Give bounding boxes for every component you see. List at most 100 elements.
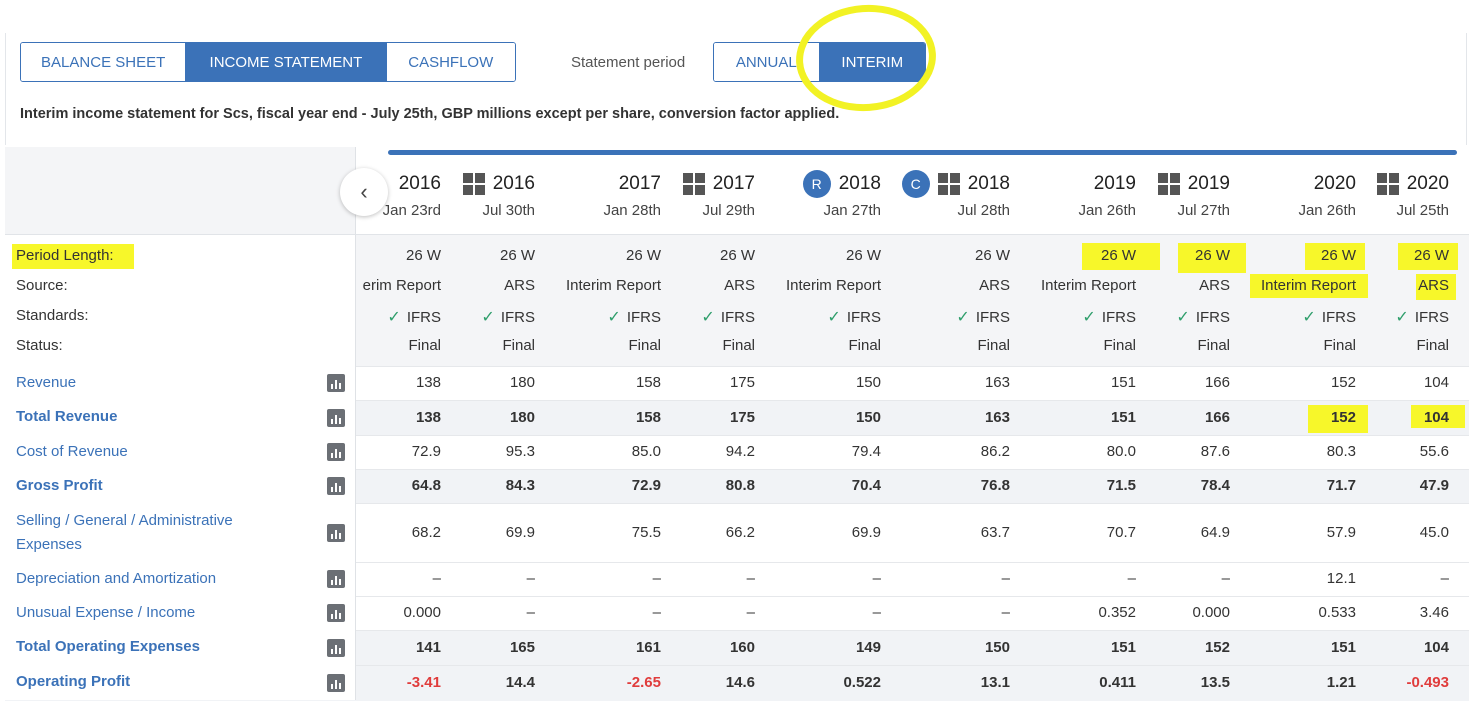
column-date: Jan 26th (1078, 202, 1136, 219)
table-cell: 151 (1110, 409, 1136, 426)
row-label[interactable]: Total Revenue (16, 405, 316, 429)
row-label[interactable]: Operating Profit (16, 670, 316, 694)
meta-value-text: IFRS (500, 309, 535, 326)
table-cell: 85.0 (631, 443, 661, 460)
table-cell: 55.6 (1419, 443, 1449, 460)
column-header-1[interactable]: 2016 Jul 30th (462, 170, 535, 219)
check-icon: ✓ (1176, 309, 1190, 326)
bar-chart-icon[interactable] (327, 604, 345, 622)
column-year: 2017 (682, 170, 755, 198)
scroll-indicator[interactable] (388, 150, 1457, 155)
column-header-4[interactable]: R 2018 Jan 27th (802, 170, 881, 219)
meta-value: 26 W (1195, 247, 1230, 264)
meta-value-text: 26 W (974, 247, 1010, 264)
row-label[interactable]: Total Operating Expenses (16, 635, 316, 659)
row-label[interactable]: Cost of Revenue (16, 440, 316, 464)
table-cell: 180 (509, 374, 535, 391)
period-annual-button[interactable]: ANNUAL (714, 43, 819, 81)
meta-value-text: 26 W (405, 247, 441, 264)
meta-value-text: IFRS (1414, 309, 1449, 326)
table-cell: 151 (1110, 374, 1136, 391)
table-cell: 70.4 (851, 477, 881, 494)
table-cell: – (1001, 604, 1010, 621)
meta-value: Interim Report (1041, 277, 1136, 294)
tab-cashflow[interactable]: CASHFLOW (385, 43, 515, 81)
meta-value-text: Final (977, 337, 1010, 354)
table-cell: 166 (1204, 409, 1230, 426)
meta-value-text: Final (1323, 337, 1356, 354)
column-date: Jan 23rd (382, 202, 441, 219)
bar-chart-icon[interactable] (327, 477, 345, 495)
table-cell: 0.000 (403, 604, 441, 621)
bar-chart-icon[interactable] (327, 524, 345, 542)
bar-chart-icon[interactable] (327, 374, 345, 392)
column-date: Jul 30th (482, 202, 535, 219)
meta-value-text: IFRS (1321, 309, 1356, 326)
table-cell: 152 (1330, 409, 1356, 426)
table-cell: 76.8 (980, 477, 1010, 494)
column-header-0[interactable]: 2016 Jan 23rd (383, 170, 441, 219)
table-cell: 104 (1423, 639, 1449, 656)
bar-chart-icon[interactable] (327, 443, 345, 461)
row-label[interactable]: Selling / General / Administrative Expen… (16, 509, 266, 557)
tab-income-statement[interactable]: INCOME STATEMENT (185, 43, 386, 81)
meta-value: ✓ IFRS (387, 307, 441, 327)
meta-value: ARS (504, 277, 535, 294)
column-header-7[interactable]: 2019 Jul 27th (1157, 170, 1230, 219)
table-cell: 94.2 (725, 443, 755, 460)
table-cell: 150 (984, 639, 1010, 656)
table-cell: 72.9 (411, 443, 441, 460)
meta-value-text: Final (848, 337, 881, 354)
check-icon: ✓ (1082, 309, 1096, 326)
calculator-icon (1376, 173, 1399, 195)
bar-chart-icon[interactable] (327, 674, 345, 692)
column-year-text: 2020 (1406, 173, 1449, 194)
status-badge: C (901, 170, 930, 198)
column-header-8[interactable]: 2020 Jan 26th (1298, 170, 1356, 219)
table-cell: 64.8 (411, 477, 441, 494)
table-cell: 80.3 (1326, 443, 1356, 460)
table-cell: -0.493 (1406, 674, 1449, 691)
meta-value: ✓ IFRS (1302, 307, 1356, 327)
meta-value-text: IFRS (1195, 309, 1230, 326)
bar-chart-icon[interactable] (327, 639, 345, 657)
column-header-9[interactable]: 2020 Jul 25th (1376, 170, 1449, 219)
meta-value: ARS (1199, 277, 1230, 294)
meta-value-text: Final (1416, 337, 1449, 354)
bar-chart-icon[interactable] (327, 409, 345, 427)
table-cell: 158 (635, 409, 661, 426)
column-header-5[interactable]: C 2018 Jul 28th (901, 170, 1010, 219)
meta-label-period-length: Period Length: (16, 247, 114, 264)
meta-value: ✓ IFRS (956, 307, 1010, 327)
meta-value: ✓ IFRS (701, 307, 755, 327)
row-label[interactable]: Unusual Expense / Income (16, 601, 316, 625)
table-cell: – (1001, 570, 1010, 587)
column-header-6[interactable]: 2019 Jan 26th (1078, 170, 1136, 219)
table-cell: 141 (415, 639, 441, 656)
column-date: Jan 26th (1298, 202, 1356, 219)
tab-balance-sheet[interactable]: BALANCE SHEET (21, 43, 186, 81)
column-header-2[interactable]: 2017 Jan 28th (603, 170, 661, 219)
statement-type-tabs: BALANCE SHEET INCOME STATEMENT CASHFLOW (20, 42, 516, 82)
chevron-left-icon[interactable]: ‹ (340, 168, 388, 216)
check-icon: ✓ (1395, 309, 1409, 326)
column-header-3[interactable]: 2017 Jul 29th (682, 170, 755, 219)
row-label[interactable]: Revenue (16, 371, 316, 395)
period-interim-button[interactable]: INTERIM (818, 43, 925, 81)
table-cell: 84.3 (505, 477, 535, 494)
meta-value: 26 W (626, 247, 661, 264)
meta-value: Final (1416, 337, 1449, 354)
table-cell: 151 (1110, 639, 1136, 656)
bar-chart-icon[interactable] (327, 570, 345, 588)
row-label[interactable]: Depreciation and Amortization (16, 567, 316, 591)
row-label[interactable]: Gross Profit (16, 474, 316, 498)
row-label-header (5, 147, 356, 235)
meta-value-text: 26 W (1413, 247, 1449, 264)
column-year: 2016 (383, 170, 441, 198)
meta-value: Final (722, 337, 755, 354)
check-icon: ✓ (387, 309, 401, 326)
meta-value-text: Final (408, 337, 441, 354)
table-cell: 45.0 (1419, 524, 1449, 541)
table-cell: – (526, 604, 535, 621)
table-cell: 149 (855, 639, 881, 656)
